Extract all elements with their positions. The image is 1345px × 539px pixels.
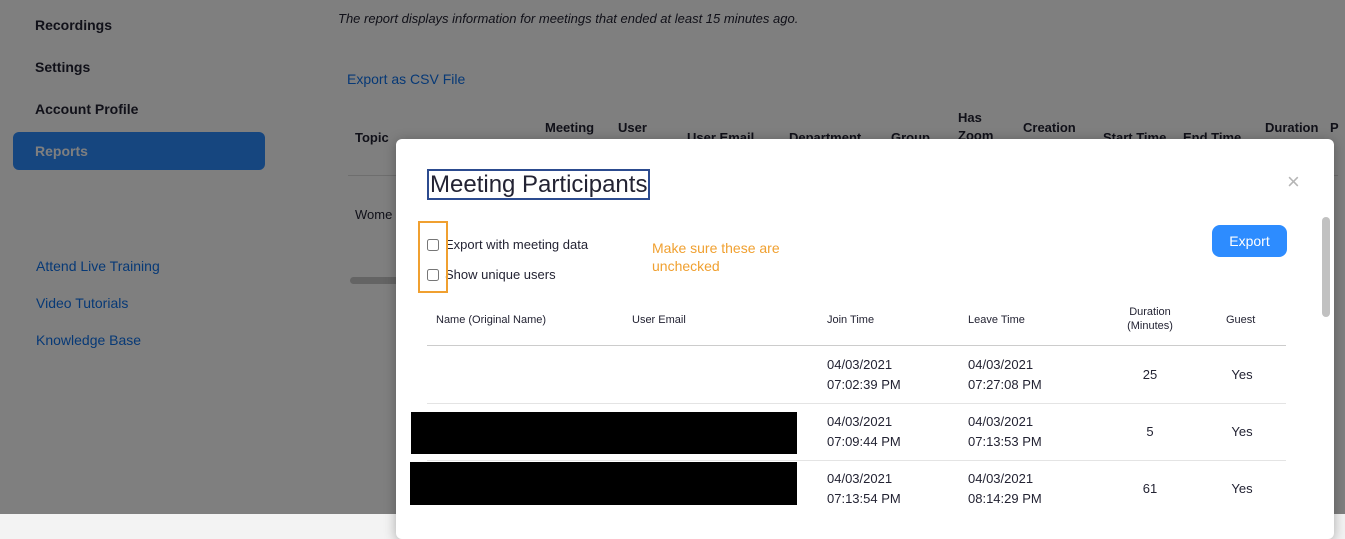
table-cell-guest: Yes	[1231, 481, 1253, 496]
header-join-time: Join Time	[827, 314, 875, 326]
export-button[interactable]: Export	[1212, 225, 1287, 257]
table-cell-leave: 04/03/2021 07:27:08 PM	[968, 357, 1042, 392]
table-cell-duration: 5	[1146, 424, 1154, 439]
table-cell-leave: 04/03/2021 07:13:53 PM	[968, 414, 1042, 449]
table-cell-join: 04/03/2021 07:02:39 PM	[827, 357, 901, 392]
table-cell-guest: Yes	[1231, 367, 1253, 382]
annotation-highlight-box	[418, 221, 448, 293]
export-with-meeting-data-option[interactable]: Export with meeting data	[427, 237, 588, 252]
table-cell-duration: 25	[1142, 367, 1158, 382]
table-header-divider	[427, 345, 1286, 346]
header-user-email: User Email	[632, 314, 686, 326]
redacted-block	[411, 412, 797, 454]
table-cell-leave: 04/03/2021 08:14:29 PM	[968, 471, 1042, 506]
row-divider	[427, 460, 1286, 461]
dialog-title: Meeting Participants	[427, 169, 651, 200]
meeting-participants-dialog: Meeting Participants × Export with meeti…	[396, 139, 1334, 539]
redacted-block	[410, 462, 797, 505]
table-cell-join: 04/03/2021 07:13:54 PM	[827, 471, 901, 506]
header-name: Name (Original Name)	[436, 314, 547, 326]
header-duration: Duration (Minutes)	[1127, 306, 1173, 332]
row-divider	[427, 403, 1286, 404]
header-leave-time: Leave Time	[968, 314, 1025, 326]
header-guest: Guest	[1226, 314, 1256, 326]
table-cell-join: 04/03/2021 07:09:44 PM	[827, 414, 901, 449]
close-icon[interactable]: ×	[1287, 169, 1300, 195]
dialog-scrollbar[interactable]	[1322, 217, 1330, 317]
table-cell-guest: Yes	[1231, 424, 1253, 439]
annotation-note: Make sure these are unchecked	[652, 240, 780, 274]
table-cell-duration: 61	[1142, 481, 1158, 496]
